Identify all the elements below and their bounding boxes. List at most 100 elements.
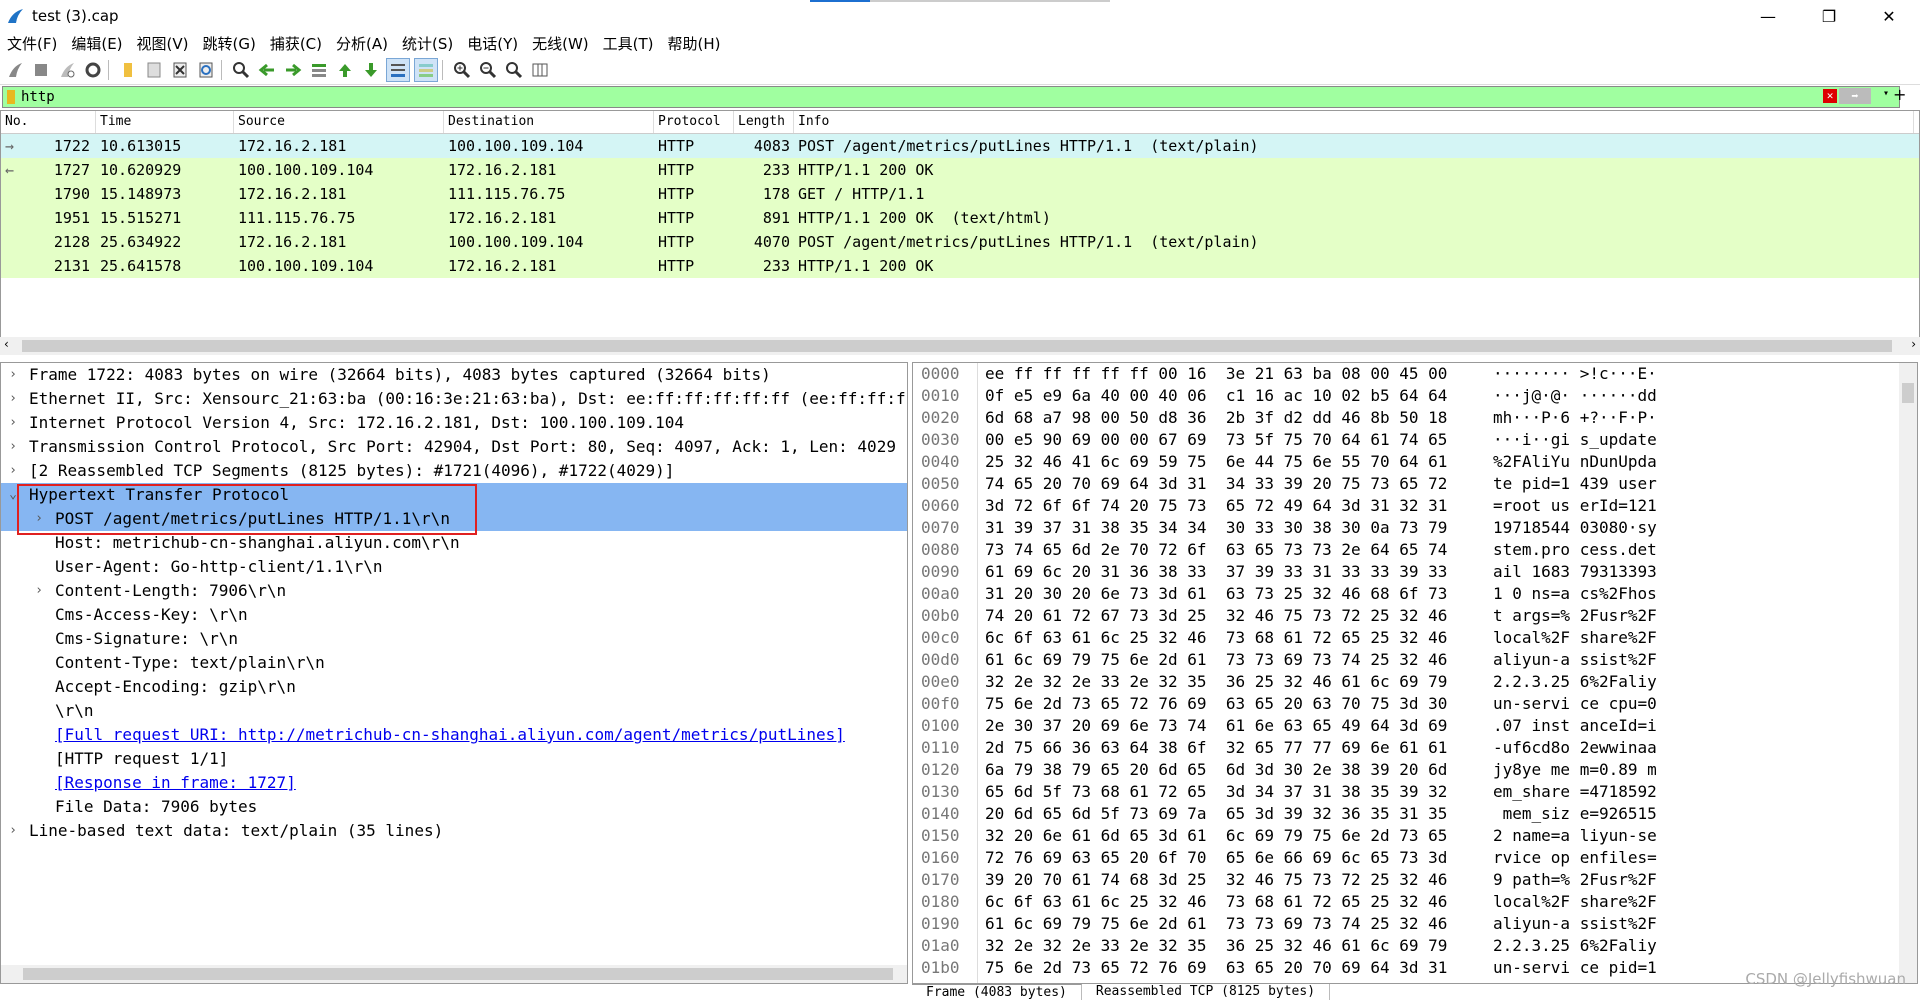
save-file-icon[interactable]: [143, 59, 165, 81]
detail-row[interactable]: Cms-Signature: \r\n: [1, 627, 907, 651]
column-header-protocol[interactable]: Protocol: [654, 111, 734, 133]
menu-edit[interactable]: 编辑(E): [64, 33, 129, 54]
go-last-icon[interactable]: [360, 59, 382, 81]
packet-row[interactable]: 2131 25.641578 100.100.109.104 172.16.2.181…: [1, 254, 1919, 278]
hex-row[interactable]: 0090 61 69 6c 20 31 36 38 33 37 39 33 31 …: [913, 561, 1917, 583]
detail-link[interactable]: [Full request URI: http://metrichub-cn-s…: [55, 723, 845, 747]
hex-row[interactable]: 00a0 31 20 30 20 6e 73 3d 61 63 73 25 32 …: [913, 583, 1917, 605]
reload-icon[interactable]: [195, 59, 217, 81]
column-header-destination[interactable]: Destination: [444, 111, 654, 133]
capture-options-icon[interactable]: [82, 59, 104, 81]
detail-row[interactable]: [Response in frame: 1727]: [1, 771, 907, 795]
close-file-icon[interactable]: [169, 59, 191, 81]
display-filter-bar[interactable]: http ✕ ➡ ▾: [2, 86, 1900, 108]
hex-row[interactable]: 0050 74 65 20 70 69 64 3d 31 34 33 39 20 …: [913, 473, 1917, 495]
detail-row[interactable]: › Content-Length: 7906\r\n: [1, 579, 907, 603]
detail-row[interactable]: Content-Type: text/plain\r\n: [1, 651, 907, 675]
menu-statistics[interactable]: 统计(S): [395, 33, 460, 54]
restart-capture-icon[interactable]: [56, 59, 78, 81]
hex-row[interactable]: 0140 20 6d 65 6d 5f 73 69 7a 65 3d 39 32 …: [913, 803, 1917, 825]
menu-help[interactable]: 帮助(H): [661, 33, 728, 54]
zoom-in-icon[interactable]: [451, 59, 473, 81]
detail-row[interactable]: Cms-Access-Key: \r\n: [1, 603, 907, 627]
menu-wireless[interactable]: 无线(W): [525, 33, 596, 54]
stop-capture-icon[interactable]: [30, 59, 52, 81]
details-hscrollbar[interactable]: [1, 965, 907, 983]
clear-filter-icon[interactable]: ✕: [1823, 89, 1837, 103]
hex-row[interactable]: 00e0 32 2e 32 2e 33 2e 32 35 36 25 32 46 …: [913, 671, 1917, 693]
hex-row[interactable]: 00c0 6c 6f 63 61 6c 25 32 46 73 68 61 72 …: [913, 627, 1917, 649]
detail-row[interactable]: [HTTP request 1/1]: [1, 747, 907, 771]
hex-row[interactable]: 0040 25 32 46 41 6c 69 59 75 6e 44 75 6e …: [913, 451, 1917, 473]
apply-filter-icon[interactable]: ➡: [1839, 88, 1871, 104]
detail-row[interactable]: › [2 Reassembled TCP Segments (8125 bytes…: [1, 459, 907, 483]
menu-tools[interactable]: 工具(T): [596, 33, 661, 54]
hex-row[interactable]: 01a0 32 2e 32 2e 33 2e 32 35 36 25 32 46 …: [913, 935, 1917, 957]
chevron-right-icon[interactable]: ›: [3, 819, 23, 843]
detail-row[interactable]: › Line-based text data: text/plain (35 li…: [1, 819, 907, 843]
packet-list-hscrollbar[interactable]: ‹ ›: [0, 337, 1920, 355]
hex-row[interactable]: 00f0 75 6e 2d 73 65 72 76 69 63 65 20 63 …: [913, 693, 1917, 715]
hex-row[interactable]: 0150 32 20 6e 61 6d 65 3d 61 6c 69 79 75 …: [913, 825, 1917, 847]
hex-row[interactable]: 0160 72 76 69 63 65 20 6f 70 65 6e 66 69 …: [913, 847, 1917, 869]
detail-row[interactable]: User-Agent: Go-http-client/1.1\r\n: [1, 555, 907, 579]
packet-row[interactable]: 1951 15.515271 111.115.76.75 172.16.2.181 HT…: [1, 206, 1919, 230]
menu-view[interactable]: 视图(V): [130, 33, 196, 54]
go-forward-icon[interactable]: [282, 59, 304, 81]
go-first-icon[interactable]: [334, 59, 356, 81]
detail-row[interactable]: File Data: 7906 bytes: [1, 795, 907, 819]
hex-row[interactable]: 0080 73 74 65 6d 2e 70 72 6f 63 65 73 73 …: [913, 539, 1917, 561]
hex-row[interactable]: 0100 2e 30 37 20 69 6e 73 74 61 6e 63 65 …: [913, 715, 1917, 737]
detail-row[interactable]: [Full request URI: http://metrichub-cn-s…: [1, 723, 907, 747]
find-packet-icon[interactable]: [230, 59, 252, 81]
scroll-left-icon[interactable]: ‹: [4, 337, 9, 351]
chevron-right-icon[interactable]: ›: [29, 579, 49, 603]
display-filter-input[interactable]: http: [21, 89, 55, 105]
open-file-icon[interactable]: [117, 59, 139, 81]
chevron-right-icon[interactable]: ›: [3, 435, 23, 459]
chevron-right-icon[interactable]: ›: [3, 411, 23, 435]
scroll-thumb[interactable]: [1902, 383, 1914, 403]
detail-row[interactable]: › Internet Protocol Version 4, Src: 172.1…: [1, 411, 907, 435]
menu-analyze[interactable]: 分析(A): [329, 33, 395, 54]
menu-capture[interactable]: 捕获(C): [263, 33, 329, 54]
zoom-out-icon[interactable]: [477, 59, 499, 81]
column-header-length[interactable]: Length: [734, 111, 794, 133]
auto-scroll-icon[interactable]: [386, 58, 410, 82]
detail-row[interactable]: \r\n: [1, 699, 907, 723]
hex-row[interactable]: 0130 65 6d 5f 73 68 61 72 65 3d 34 37 31 …: [913, 781, 1917, 803]
packet-row[interactable]: 2128 25.634922 172.16.2.181 100.100.109.104…: [1, 230, 1919, 254]
column-header-info[interactable]: Info: [794, 111, 1914, 133]
chevron-right-icon[interactable]: ›: [3, 363, 23, 387]
add-filter-button[interactable]: +: [1893, 85, 1906, 104]
chevron-down-icon[interactable]: ▾: [1883, 88, 1889, 99]
hex-row[interactable]: 0000 ee ff ff ff ff ff 00 16 3e 21 63 ba …: [913, 363, 1917, 385]
tab-frame-bytes[interactable]: Frame (4083 bytes): [912, 984, 1082, 1000]
minimize-button[interactable]: —: [1745, 0, 1791, 32]
hex-row[interactable]: 0180 6c 6f 63 61 6c 25 32 46 73 68 61 72 …: [913, 891, 1917, 913]
start-capture-icon[interactable]: [4, 59, 26, 81]
close-button[interactable]: ✕: [1866, 0, 1912, 32]
hex-row[interactable]: 00d0 61 6c 69 79 75 6e 2d 61 73 73 69 73 …: [913, 649, 1917, 671]
hex-row[interactable]: 0120 6a 79 38 79 65 20 6d 65 6d 3d 30 2e …: [913, 759, 1917, 781]
column-header-no[interactable]: No.: [1, 111, 96, 133]
chevron-right-icon[interactable]: ›: [3, 459, 23, 483]
packet-row[interactable]: ← 1727 10.620929 100.100.109.104 172.16.2.18…: [1, 158, 1919, 182]
hex-row[interactable]: 0190 61 6c 69 79 75 6e 2d 61 73 73 69 73 …: [913, 913, 1917, 935]
hex-row[interactable]: 0030 00 e5 90 69 00 00 67 69 73 5f 75 70 …: [913, 429, 1917, 451]
scroll-right-icon[interactable]: ›: [1911, 337, 1916, 351]
hex-row[interactable]: 0110 2d 75 66 36 63 64 38 6f 32 65 77 77 …: [913, 737, 1917, 759]
detail-row[interactable]: › Ethernet II, Src: Xensourc_21:63:ba (00…: [1, 387, 907, 411]
bytes-vscrollbar[interactable]: [1899, 363, 1917, 983]
scroll-thumb[interactable]: [23, 968, 893, 980]
hex-row[interactable]: 00b0 74 20 61 72 67 73 3d 25 32 46 75 73 …: [913, 605, 1917, 627]
hex-row[interactable]: 0070 31 39 37 31 38 35 34 34 30 33 30 38 …: [913, 517, 1917, 539]
bookmark-icon[interactable]: [7, 90, 15, 104]
go-back-icon[interactable]: [256, 59, 278, 81]
go-to-packet-icon[interactable]: [308, 59, 330, 81]
menu-go[interactable]: 跳转(G): [196, 33, 263, 54]
column-header-time[interactable]: Time: [96, 111, 234, 133]
resize-columns-icon[interactable]: [529, 59, 551, 81]
menu-file[interactable]: 文件(F): [0, 33, 64, 54]
hex-row[interactable]: 0020 6d 68 a7 98 00 50 d8 36 2b 3f d2 dd …: [913, 407, 1917, 429]
